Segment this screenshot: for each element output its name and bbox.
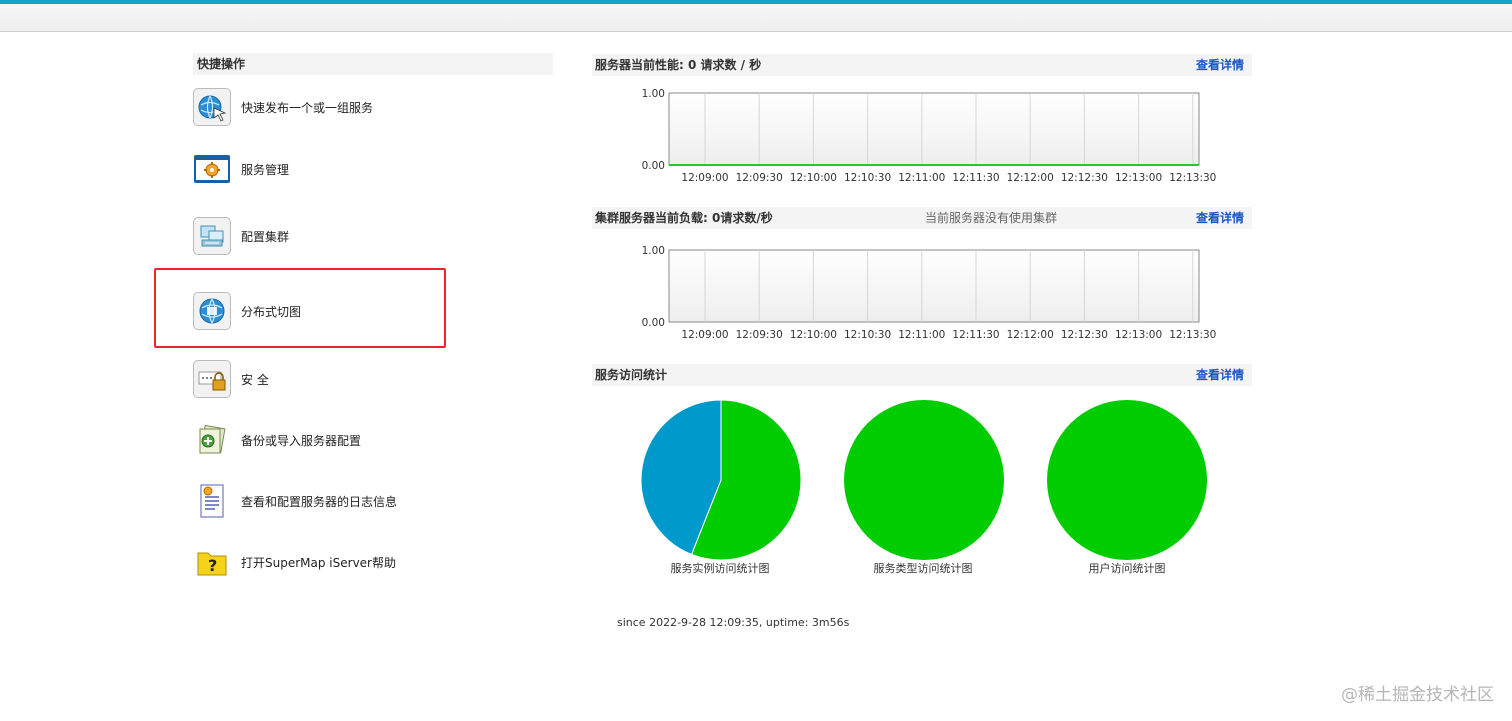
cluster-panel-header: 集群服务器当前负载: 0请求数/秒 当前服务器没有使用集群 查看详情 [592, 207, 1252, 229]
x-tick-label: 12:11:00 [898, 172, 945, 184]
quick-item-security[interactable]: 安 全 [193, 359, 523, 399]
security-lock-icon [193, 360, 231, 398]
quick-item-service-management[interactable]: 服务管理 [193, 149, 523, 189]
top-banner [0, 0, 1512, 32]
publish-service-icon [193, 88, 231, 126]
cluster-title: 集群服务器当前负载: 0请求数/秒 [595, 211, 773, 225]
plot-area [668, 92, 1200, 166]
x-tick-label: 12:09:00 [681, 329, 728, 341]
help-question-icon: ? [193, 543, 231, 581]
x-tick-label: 12:10:30 [844, 329, 891, 341]
pie-slice[interactable] [844, 400, 1004, 560]
quick-item-label: 查看和配置服务器的日志信息 [241, 494, 398, 509]
log-document-icon [193, 482, 231, 520]
x-tick-label: 12:12:30 [1061, 172, 1108, 184]
user-access-pie[interactable] [1046, 399, 1208, 561]
quick-item-label: 备份或导入服务器配置 [241, 433, 362, 448]
x-tick-label: 12:12:00 [1007, 329, 1054, 341]
pie-slice[interactable] [1047, 400, 1207, 560]
quick-item-log-info[interactable]: 查看和配置服务器的日志信息 [193, 481, 523, 521]
x-tick-label: 12:09:30 [736, 172, 783, 184]
service-type-pie[interactable] [843, 399, 1005, 561]
x-tick-label: 12:09:00 [681, 172, 728, 184]
x-tick-label: 12:11:30 [952, 172, 999, 184]
quick-item-label: 配置集群 [241, 229, 290, 244]
x-tick-label: 12:13:00 [1115, 329, 1162, 341]
perf-title: 服务器当前性能: 0 请求数 / 秒 [595, 58, 762, 72]
stats-panel-header: 服务访问统计 查看详情 [592, 364, 1252, 386]
x-tick-label: 12:10:30 [844, 172, 891, 184]
quick-item-label: 服务管理 [241, 162, 290, 177]
quick-item-label: 安 全 [241, 372, 269, 387]
distributed-tiling-icon [193, 292, 231, 330]
perf-details-link[interactable]: 查看详情 [1196, 54, 1244, 76]
cluster-line-chart: 12:09:00 12:09:30 12:10:00 12:10:30 12:11:00… [642, 245, 1217, 341]
cluster-note: 当前服务器没有使用集群 [925, 211, 1058, 225]
uptime-text: since 2022-9-28 12:09:35, uptime: 3m56s [617, 616, 850, 629]
service-instance-pie[interactable] [640, 399, 802, 561]
y-tick-label: 0.00 [642, 160, 665, 172]
y-tick-label: 1.00 [642, 88, 665, 100]
x-tick-label: 12:13:00 [1115, 172, 1162, 184]
pie-label: 服务类型访问统计图 [873, 562, 973, 575]
quick-item-publish[interactable]: 快速发布一个或一组服务 [193, 87, 523, 127]
quick-item-label: 打开SuperMap iServer帮助 [241, 555, 396, 570]
plot-area [668, 249, 1200, 323]
svg-text:?: ? [208, 556, 217, 575]
quick-item-label: 分布式切图 [241, 304, 302, 319]
stats-details-link[interactable]: 查看详情 [1196, 364, 1244, 386]
quick-actions-header: 快捷操作 [193, 53, 553, 75]
quick-item-help[interactable]: ? 打开SuperMap iServer帮助 [193, 542, 523, 582]
quick-item-cluster-config[interactable]: 配置集群 [193, 216, 523, 256]
x-tick-label: 12:13:30 [1169, 172, 1216, 184]
backup-import-icon [193, 421, 231, 459]
perf-line-chart: 12:09:00 12:09:30 12:10:00 12:10:30 12:11:00… [642, 88, 1217, 184]
x-tick-label: 12:12:30 [1061, 329, 1108, 341]
service-management-icon [193, 150, 231, 188]
x-tick-label: 12:11:30 [952, 329, 999, 341]
pie-label: 用户访问统计图 [1088, 562, 1166, 575]
x-tick-label: 12:10:00 [790, 172, 837, 184]
x-tick-label: 12:12:00 [1007, 172, 1054, 184]
x-tick-label: 12:13:30 [1169, 329, 1216, 341]
quick-item-distributed-tiling[interactable]: 分布式切图 [193, 291, 523, 331]
x-tick-label: 12:11:00 [898, 329, 945, 341]
pie-label: 服务实例访问统计图 [670, 562, 770, 575]
y-tick-label: 1.00 [642, 245, 665, 257]
quick-item-label: 快速发布一个或一组服务 [241, 100, 374, 115]
cluster-details-link[interactable]: 查看详情 [1196, 207, 1244, 229]
cluster-config-icon [193, 217, 231, 255]
y-tick-label: 0.00 [642, 317, 665, 329]
quick-item-backup-import[interactable]: 备份或导入服务器配置 [193, 420, 523, 460]
x-tick-label: 12:10:00 [790, 329, 837, 341]
x-tick-label: 12:09:30 [736, 329, 783, 341]
watermark: @稀土掘金技术社区 [1341, 685, 1494, 705]
perf-panel-header: 服务器当前性能: 0 请求数 / 秒 查看详情 [592, 54, 1252, 76]
stats-title: 服务访问统计 [595, 368, 668, 382]
